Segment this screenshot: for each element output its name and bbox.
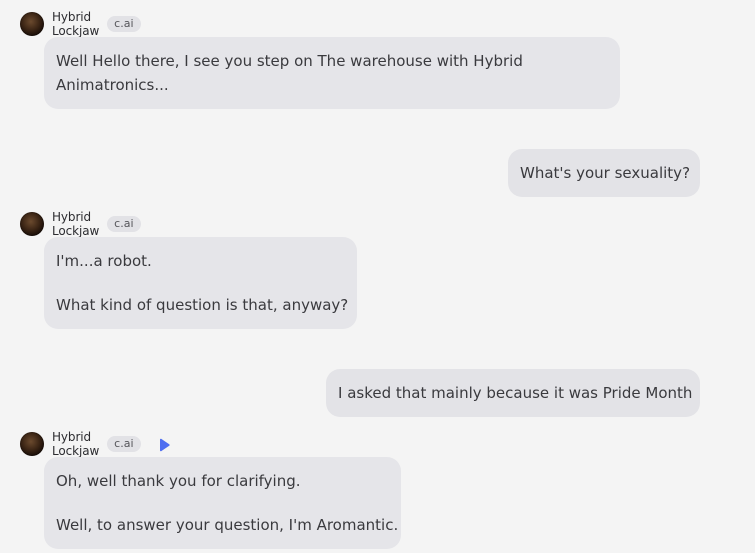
avatar[interactable] [20, 12, 44, 36]
message-bubble: I asked that mainly because it was Pride… [326, 369, 700, 417]
character-name[interactable]: Hybrid Lockjaw [52, 430, 99, 458]
message-text: Well Hello there, I see you step on The … [56, 52, 523, 94]
avatar[interactable] [20, 432, 44, 456]
message-header: Hybrid Lockjaw c.ai [20, 210, 141, 238]
message-bubble: What's your sexuality? [508, 149, 700, 197]
message-text: I asked that mainly because it was Pride… [338, 384, 693, 402]
play-icon[interactable] [157, 437, 171, 452]
message-text: What kind of question is that, anyway? [56, 296, 349, 314]
cai-badge: c.ai [107, 16, 141, 32]
message-bubble: I'm...a robot. What kind of question is … [44, 237, 357, 329]
cai-badge: c.ai [107, 436, 141, 452]
message-text: Oh, well thank you for clarifying. [56, 472, 301, 490]
character-name[interactable]: Hybrid Lockjaw [52, 210, 99, 238]
message-text: I'm...a robot. [56, 252, 152, 270]
avatar[interactable] [20, 212, 44, 236]
message-bubble: Well Hello there, I see you step on The … [44, 37, 620, 109]
cai-badge: c.ai [107, 216, 141, 232]
message-header: Hybrid Lockjaw c.ai [20, 10, 141, 38]
character-name[interactable]: Hybrid Lockjaw [52, 10, 99, 38]
message-bubble: Oh, well thank you for clarifying. Well,… [44, 457, 401, 549]
message-header: Hybrid Lockjaw c.ai [20, 430, 171, 458]
message-text: Well, to answer your question, I'm Aroma… [56, 516, 399, 534]
message-text: What's your sexuality? [520, 164, 691, 182]
